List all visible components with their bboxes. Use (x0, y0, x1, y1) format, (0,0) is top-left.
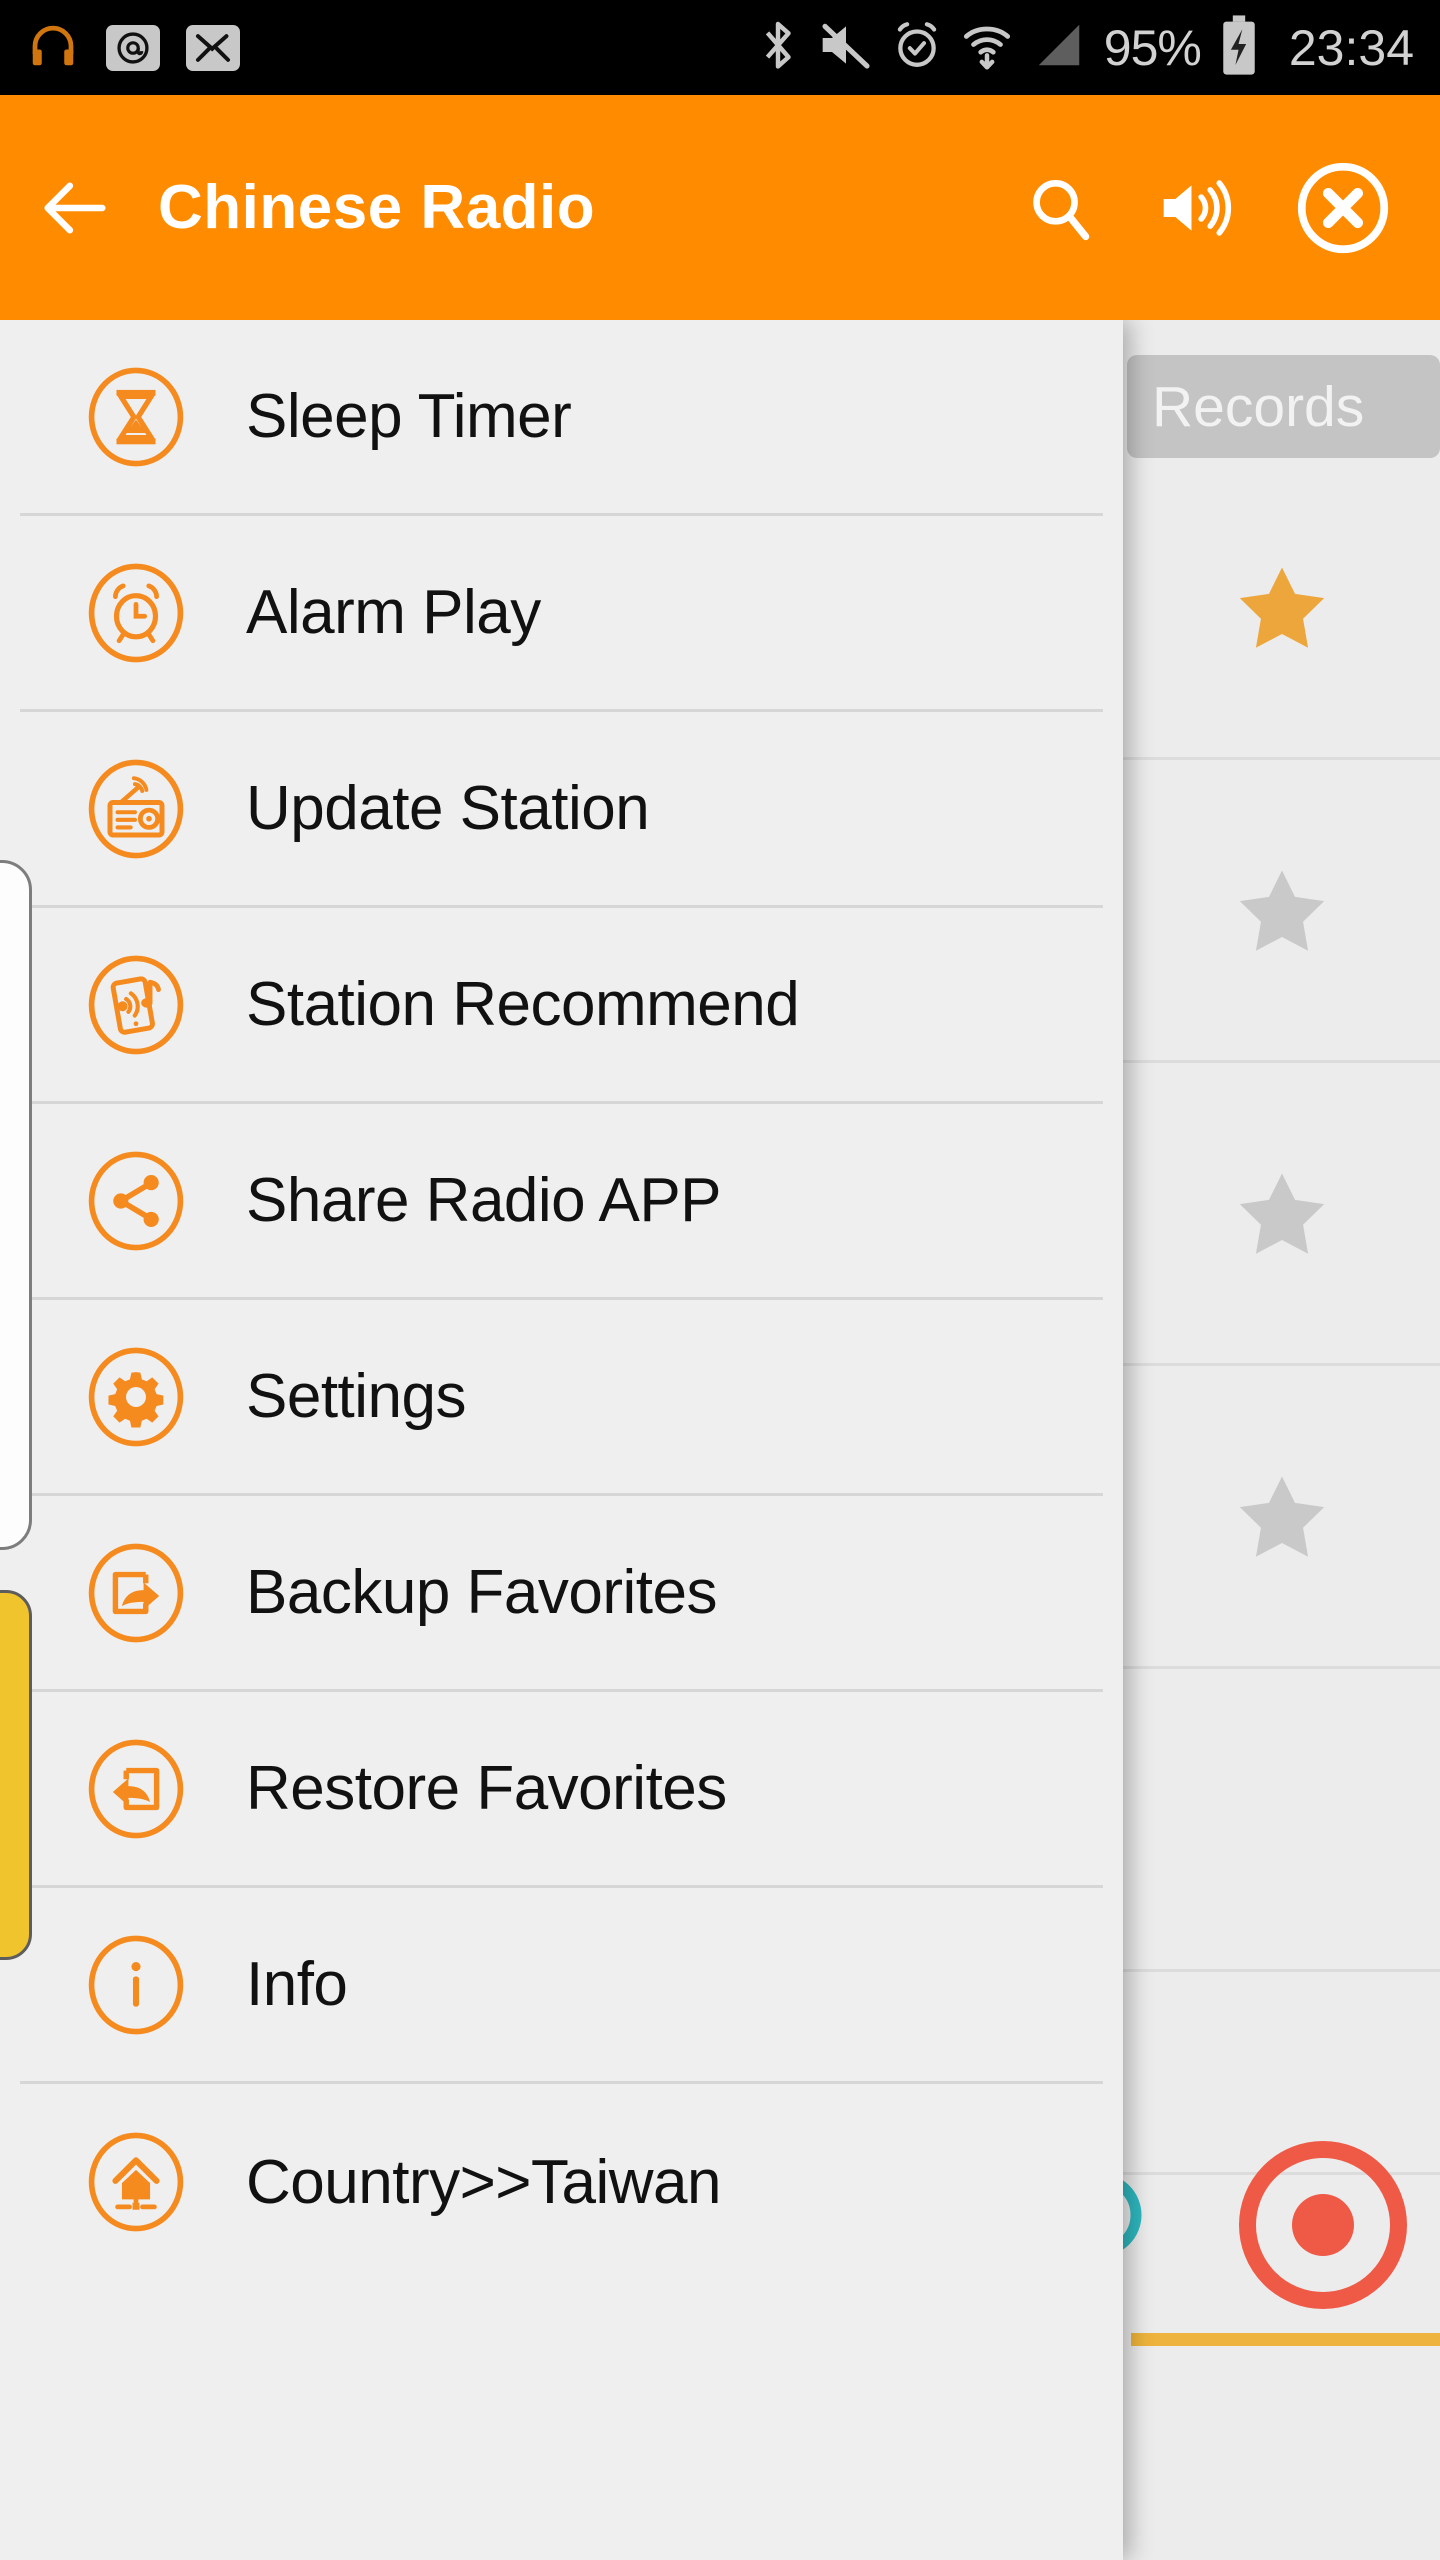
volume-mute-icon (818, 19, 874, 76)
status-bar: 95% 23:34 (0, 0, 1440, 95)
drawer-item-backup-favorites[interactable]: Backup Favorites (20, 1496, 1103, 1692)
station-row[interactable] (1123, 1672, 1440, 1972)
bluetooth-icon (756, 17, 800, 78)
drawer-item-label: Sleep Timer (246, 382, 572, 451)
status-left-icons (26, 18, 240, 77)
drawer-item-share-radio-app[interactable]: Share Radio APP (20, 1104, 1103, 1300)
app-bar: Chinese Radio (0, 95, 1440, 320)
info-icon (82, 1931, 190, 2039)
volume-up-icon[interactable] (1154, 168, 1238, 248)
bottom-accent-bar (1131, 2333, 1440, 2346)
drawer-item-label: Share Radio APP (246, 1166, 722, 1235)
drawer-item-country[interactable]: Country>>Taiwan (20, 2084, 1103, 2280)
hourglass-icon (82, 363, 190, 471)
drawer-item-label: Info (246, 1950, 348, 2019)
wifi-download-icon (960, 17, 1014, 78)
alarm-clock-icon (892, 18, 942, 77)
cellular-signal-icon (1032, 19, 1086, 76)
status-right-icons: 95% 23:34 (756, 14, 1414, 81)
phone-music-icon (82, 951, 190, 1059)
drawer-item-station-recommend[interactable]: Station Recommend (20, 908, 1103, 1104)
record-button[interactable] (1238, 2140, 1408, 2310)
star-icon[interactable] (1227, 859, 1337, 965)
drawer-item-label: Backup Favorites (246, 1558, 718, 1627)
drawer-item-alarm-play[interactable]: Alarm Play (20, 516, 1103, 712)
mail-envelope-icon (186, 24, 240, 71)
drawer-item-label: Alarm Play (246, 578, 541, 647)
export-icon (82, 1539, 190, 1647)
drawer-item-sleep-timer[interactable]: Sleep Timer (20, 320, 1103, 516)
share-icon (82, 1147, 190, 1255)
status-clock: 23:34 (1288, 19, 1414, 76)
radio-icon (82, 755, 190, 863)
search-icon[interactable] (1022, 170, 1098, 246)
edge-handle-white[interactable] (0, 860, 32, 1550)
navigation-drawer: Sleep Timer Alarm Play Update Station St… (0, 320, 1123, 2560)
drawer-item-update-station[interactable]: Update Station (20, 712, 1103, 908)
drawer-item-info[interactable]: Info (20, 1888, 1103, 2084)
drawer-item-label: Settings (246, 1362, 467, 1431)
record-dot-icon (1292, 2194, 1354, 2256)
arrow-left-icon[interactable] (34, 167, 116, 249)
alarm-clock-icon (82, 559, 190, 667)
app-bar-actions (1022, 159, 1406, 257)
star-icon[interactable] (1227, 1465, 1337, 1571)
drawer-item-label: Country>>Taiwan (246, 2147, 722, 2217)
drawer-item-settings[interactable]: Settings (20, 1300, 1103, 1496)
station-row[interactable] (1123, 460, 1440, 760)
tab-records[interactable]: Records (1127, 355, 1440, 458)
station-row[interactable] (1123, 763, 1440, 1063)
drawer-item-label: Station Recommend (246, 970, 800, 1039)
edge-handle-yellow[interactable] (0, 1590, 32, 1960)
star-icon[interactable] (1227, 1162, 1337, 1268)
headphones-icon (26, 18, 80, 77)
close-circle-icon[interactable] (1294, 159, 1392, 257)
home-antenna-icon (82, 2128, 190, 2236)
record-ring-icon (1239, 2141, 1407, 2309)
drawer-item-label: Update Station (246, 774, 650, 843)
tab-records-label: Records (1152, 374, 1365, 439)
email-at-icon (106, 24, 160, 71)
import-icon (82, 1735, 190, 1843)
station-row[interactable] (1123, 1369, 1440, 1669)
drawer-item-label: Restore Favorites (246, 1754, 727, 1823)
gear-icon (82, 1343, 190, 1451)
star-icon[interactable] (1227, 556, 1337, 662)
battery-percent-label: 95% (1103, 19, 1202, 76)
station-row[interactable] (1123, 1066, 1440, 1366)
page-title: Chinese Radio (158, 173, 596, 242)
battery-charging-icon (1219, 14, 1259, 81)
drawer-item-restore-favorites[interactable]: Restore Favorites (20, 1692, 1103, 1888)
